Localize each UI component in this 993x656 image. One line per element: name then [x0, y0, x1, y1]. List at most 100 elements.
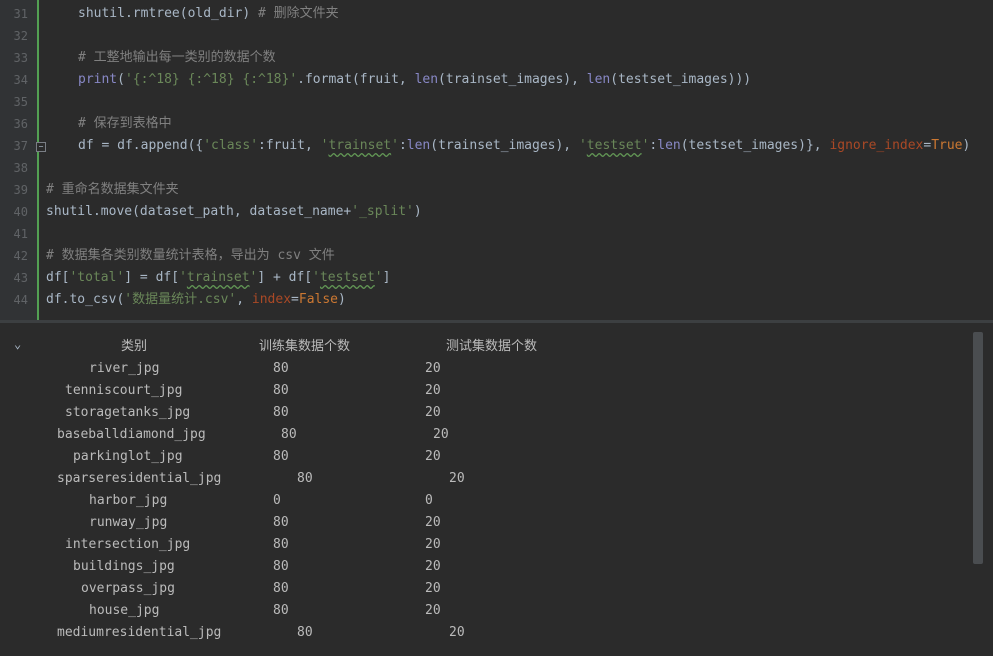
code-builtin: len — [657, 138, 681, 153]
code-keyword: True — [931, 138, 963, 153]
code-string: 'class' — [203, 138, 259, 153]
row-test: 20 — [425, 383, 441, 398]
row-name: tenniscourt_jpg — [65, 383, 183, 398]
line-number: 44 — [13, 293, 28, 307]
code-token: : — [398, 138, 407, 153]
code-string: testset — [586, 138, 642, 153]
code-string: '_split' — [351, 204, 414, 219]
code-token: ] = df[ — [124, 270, 180, 285]
header-class: 类别 — [121, 339, 148, 354]
row-train: 80 — [273, 405, 289, 420]
row-train: 80 — [281, 427, 297, 442]
code-string: ' — [374, 270, 383, 285]
row-train: 80 — [273, 361, 289, 376]
code-token: (testset_images)}, — [680, 138, 830, 153]
code-token: , — [236, 292, 252, 307]
row-train: 80 — [297, 625, 313, 640]
row-train: 80 — [273, 581, 289, 596]
code-comment: # 数据集各类别数量统计表格，导出为 csv 文件 — [46, 248, 335, 263]
row-test: 20 — [449, 471, 465, 486]
row-train: 80 — [273, 603, 289, 618]
line-number: 32 — [13, 29, 28, 43]
code-string: 'total' — [69, 270, 125, 285]
header-test: 测试集数据个数 — [446, 339, 538, 354]
code-token: shutil.move(dataset_path, dataset_name+ — [46, 204, 352, 219]
code-string: ' — [578, 138, 587, 153]
line-number-gutter: 31 32 33 34 35 36 37 38 39 40 41 42 43 4… — [0, 0, 37, 320]
row-name: intersection_jpg — [65, 537, 191, 552]
fold-icon[interactable]: − — [36, 142, 46, 152]
row-train: 80 — [273, 537, 289, 552]
code-string: testset — [319, 270, 375, 285]
row-test: 20 — [425, 581, 441, 596]
row-test: 20 — [425, 515, 441, 530]
row-name: buildings_jpg — [73, 559, 175, 574]
code-string: '{:^18} {:^18} {:^18}' — [124, 72, 298, 87]
line-number: 40 — [13, 205, 28, 219]
code-token: (trainset_images), — [438, 72, 587, 87]
line-number: 38 — [13, 161, 28, 175]
code-line-42[interactable]: # 数据集各类别数量统计表格，导出为 csv 文件 — [46, 245, 335, 267]
row-test: 0 — [425, 493, 433, 508]
code-token: ] — [382, 270, 391, 285]
row-test: 20 — [425, 559, 441, 574]
row-test: 20 — [425, 449, 441, 464]
code-token: = — [291, 292, 299, 307]
chevron-down-icon[interactable]: ⌄ — [14, 337, 21, 351]
code-token: (testset_images))) — [610, 72, 752, 87]
code-token: (trainset_images), — [430, 138, 579, 153]
code-editor[interactable]: 31 32 33 34 35 36 37 38 39 40 41 42 43 4… — [0, 0, 993, 320]
line-number: 33 — [13, 51, 28, 65]
run-console-output[interactable]: ⌄ 类别 训练集数据个数 测试集数据个数 river_jpg 80 20 ten… — [0, 323, 993, 656]
code-builtin: len — [414, 72, 439, 87]
row-name: baseballdiamond_jpg — [57, 427, 206, 442]
line-number: 41 — [13, 227, 28, 241]
row-name: parkinglot_jpg — [73, 449, 183, 464]
console-scrollbar[interactable] — [973, 332, 983, 564]
code-token: ( — [117, 72, 125, 87]
row-test: 20 — [425, 361, 441, 376]
code-line-33[interactable]: # 工整地输出每一类别的数据个数 — [78, 47, 276, 69]
code-builtin: len — [406, 138, 431, 153]
code-param: index — [251, 292, 292, 307]
row-test: 20 — [425, 537, 441, 552]
code-token: df[ — [46, 270, 70, 285]
line-number: 36 — [13, 117, 28, 131]
code-string: '数据量统计.csv' — [124, 292, 237, 307]
row-name: sparseresidential_jpg — [57, 471, 222, 486]
code-token: ] + df[ — [257, 270, 313, 285]
row-name: harbor_jpg — [89, 493, 168, 508]
code-string: ' — [179, 270, 187, 285]
code-line-36[interactable]: # 保存到表格中 — [78, 113, 172, 135]
code-comment: # 工整地输出每一类别的数据个数 — [78, 50, 276, 65]
line-number: 35 — [13, 95, 28, 109]
code-token: :fruit, — [258, 138, 321, 153]
code-token: shutil.rmtree(old_dir) — [78, 6, 259, 21]
code-line-34[interactable]: print('{:^18} {:^18} {:^18}'.format(frui… — [78, 69, 751, 91]
row-train: 80 — [273, 515, 289, 530]
row-train: 80 — [273, 383, 289, 398]
code-line-40[interactable]: shutil.move(dataset_path, dataset_name+'… — [46, 201, 422, 223]
code-builtin: print — [78, 72, 118, 87]
code-token: ) — [338, 292, 346, 307]
code-builtin: len — [586, 72, 611, 87]
header-train: 训练集数据个数 — [259, 339, 351, 354]
code-token: df.to_csv( — [46, 292, 125, 307]
row-name: storagetanks_jpg — [65, 405, 191, 420]
code-line-43[interactable]: df['total'] = df['trainset'] + df['tests… — [46, 267, 390, 289]
code-keyword: False — [298, 292, 339, 307]
code-token: ) — [962, 138, 971, 153]
code-line-31[interactable]: shutil.rmtree(old_dir) # 删除文件夹 — [78, 3, 339, 25]
row-test: 20 — [425, 405, 441, 420]
line-number: 42 — [13, 249, 28, 263]
code-line-37[interactable]: df = df.append({'class':fruit, 'trainset… — [78, 135, 970, 157]
code-token: .format(fruit, — [297, 72, 415, 87]
row-test: 20 — [433, 427, 449, 442]
row-name: house_jpg — [89, 603, 160, 618]
code-comment: # 保存到表格中 — [78, 116, 172, 131]
code-token: ) — [413, 204, 422, 219]
code-line-44[interactable]: df.to_csv('数据量统计.csv', index=False) — [46, 289, 346, 311]
row-name: river_jpg — [89, 361, 160, 376]
code-line-39[interactable]: # 重命名数据集文件夹 — [46, 179, 179, 201]
row-name: mediumresidential_jpg — [57, 625, 222, 640]
